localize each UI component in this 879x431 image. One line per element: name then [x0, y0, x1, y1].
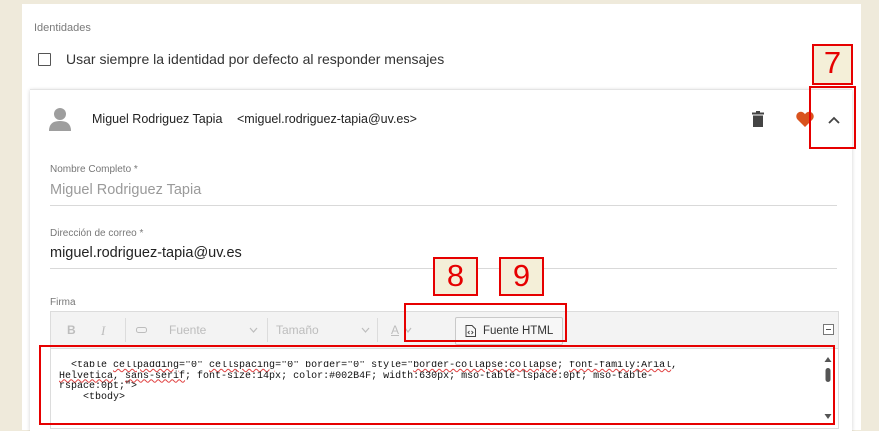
- callout-box-8-9: [404, 303, 567, 342]
- maximize-editor-button[interactable]: [823, 324, 834, 335]
- italic-button[interactable]: I: [101, 323, 105, 339]
- email-label: Dirección de correo *: [50, 228, 144, 239]
- font-dropdown-icon: [249, 327, 258, 333]
- email-field[interactable]: miguel.rodriguez-tapia@uv.es: [50, 245, 242, 261]
- default-identity-checkbox[interactable]: [38, 52, 51, 66]
- user-avatar-icon: [49, 108, 71, 131]
- toolbar-separator: [125, 318, 126, 342]
- toolbar-separator: [377, 318, 378, 342]
- full-name-underline: [50, 205, 837, 206]
- size-select[interactable]: Tamaño: [276, 323, 319, 337]
- bold-button[interactable]: B: [67, 323, 76, 337]
- full-name-label: Nombre Completo *: [50, 164, 138, 175]
- identity-name: Miguel Rodriguez Tapia: [92, 112, 223, 126]
- default-identity-label: Usar siempre la identidad por defecto al…: [66, 51, 445, 67]
- identity-card-header[interactable]: Miguel Rodriguez Tapia <miguel.rodriguez…: [30, 90, 852, 150]
- size-dropdown-icon: [361, 327, 370, 333]
- callout-box-source: [39, 345, 835, 425]
- minus-icon: [826, 329, 831, 330]
- text-color-button[interactable]: A: [391, 323, 399, 337]
- toolbar-separator: [267, 318, 268, 342]
- font-select[interactable]: Fuente: [169, 323, 206, 337]
- default-identity-option[interactable]: Usar siempre la identidad por defecto al…: [38, 51, 444, 67]
- section-title: Identidades: [34, 22, 91, 34]
- full-name-field[interactable]: Miguel Rodriguez Tapia: [50, 182, 201, 198]
- callout-number-9: 9: [499, 257, 544, 296]
- link-icon[interactable]: [136, 327, 147, 333]
- callout-number-7: 7: [812, 44, 853, 85]
- callout-number-8: 8: [433, 257, 478, 296]
- trash-icon[interactable]: [752, 111, 764, 127]
- callout-box-7: [809, 86, 856, 149]
- signature-label: Firma: [50, 297, 76, 308]
- identity-email: <miguel.rodriguez-tapia@uv.es>: [237, 112, 417, 126]
